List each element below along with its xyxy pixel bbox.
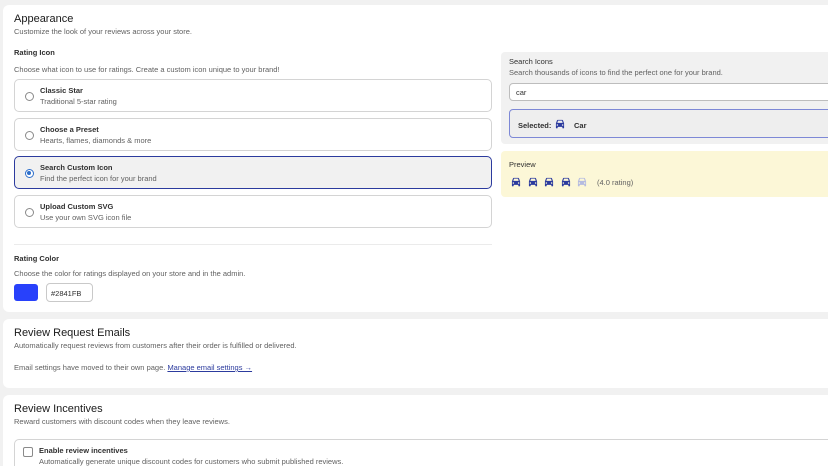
emails-moved-text: Email settings have moved to their own p… [14, 363, 166, 372]
incentives-title: Review Incentives [14, 403, 103, 415]
search-icons-subtitle: Search thousands of icons to find the pe… [509, 68, 723, 77]
car-icon-filled [561, 177, 570, 187]
option-upload-custom-svg[interactable]: Upload Custom SVG Use your own SVG icon … [14, 195, 492, 228]
car-icon-filled [544, 177, 554, 187]
option-title: Search Custom Icon [40, 163, 113, 172]
car-icon-empty [577, 177, 587, 187]
appearance-card: Appearance Customize the look of your re… [3, 5, 828, 312]
enable-incentives-box[interactable]: Enable review incentives Automatically g… [14, 439, 828, 466]
selected-label: Selected: [518, 121, 552, 130]
option-choose-preset[interactable]: Choose a Preset Hearts, flames, diamonds… [14, 118, 492, 151]
enable-incentives-desc: Automatically generate unique discount c… [39, 457, 344, 466]
preview-title: Preview [509, 160, 536, 169]
color-swatch[interactable] [14, 284, 38, 301]
option-title: Upload Custom SVG [40, 202, 114, 211]
enable-incentives-label: Enable review incentives [39, 446, 128, 455]
option-title: Choose a Preset [40, 125, 99, 134]
color-hex-input[interactable]: #2841FB [46, 283, 93, 302]
preview-panel: Preview (4.0 rating) [501, 151, 828, 197]
preview-rating-icons [509, 175, 589, 189]
option-desc: Use your own SVG icon file [40, 213, 132, 222]
car-icon-filled [528, 177, 537, 187]
option-search-custom-icon[interactable]: Search Custom Icon Find the perfect icon… [14, 156, 492, 189]
radio-choose-preset[interactable] [25, 131, 34, 140]
search-icons-title: Search Icons [509, 57, 553, 66]
emails-title: Review Request Emails [14, 327, 131, 339]
review-request-emails-card: Review Request Emails Automatically requ… [3, 319, 828, 388]
option-desc: Find the perfect icon for your brand [40, 174, 157, 183]
option-title: Classic Star [40, 86, 83, 95]
incentives-subtitle: Reward customers with discount codes whe… [14, 417, 230, 426]
appearance-subtitle: Customize the look of your reviews acros… [14, 27, 192, 36]
enable-incentives-checkbox[interactable] [23, 447, 33, 457]
search-icons-panel: Search Icons Search thousands of icons t… [501, 52, 828, 144]
option-classic-star[interactable]: Classic Star Traditional 5-star rating [14, 79, 492, 112]
appearance-title: Appearance [14, 13, 74, 25]
manage-email-settings-link[interactable]: Manage email settings → [167, 363, 252, 372]
section-divider [14, 244, 492, 245]
review-incentives-card: Review Incentives Reward customers with … [3, 395, 828, 466]
radio-upload-custom-svg[interactable] [25, 208, 34, 217]
rating-icon-label: Rating Icon [14, 48, 55, 57]
rating-color-label: Rating Color [14, 254, 59, 263]
rating-icon-description: Choose what icon to use for ratings. Cre… [14, 65, 280, 74]
emails-moved-notice: Email settings have moved to their own p… [14, 363, 252, 372]
car-icon-filled [511, 177, 521, 187]
car-icon [555, 119, 565, 129]
rating-color-description: Choose the color for ratings displayed o… [14, 269, 246, 278]
selected-icon-box: Selected: Car [509, 109, 828, 138]
icon-search-input[interactable] [509, 83, 828, 101]
selected-icon-name: Car [574, 121, 587, 130]
emails-subtitle: Automatically request reviews from custo… [14, 341, 297, 350]
radio-classic-star[interactable] [25, 92, 34, 101]
radio-search-custom-icon[interactable] [25, 169, 34, 178]
option-desc: Traditional 5-star rating [40, 97, 117, 106]
preview-rating-text: (4.0 rating) [597, 178, 634, 187]
option-desc: Hearts, flames, diamonds & more [40, 136, 152, 145]
